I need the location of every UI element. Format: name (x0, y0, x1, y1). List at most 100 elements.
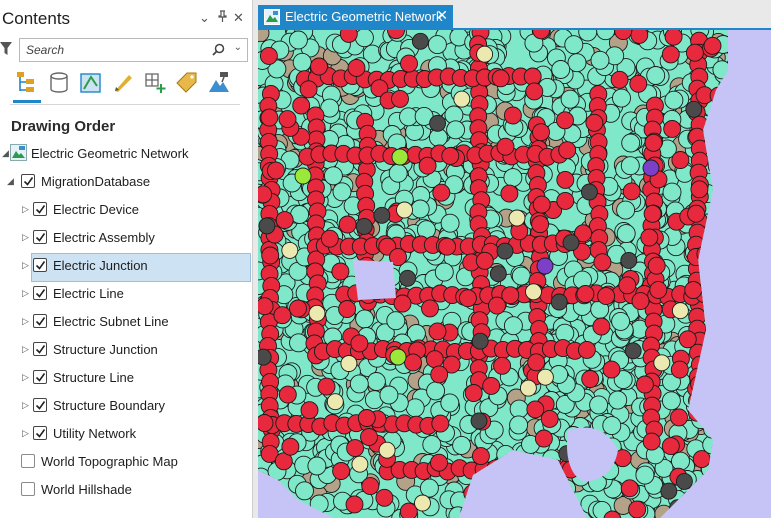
device-point (350, 334, 369, 353)
collapsed-arrow-icon[interactable]: ▷ (22, 232, 29, 243)
tree-item[interactable]: ▷ Electric Device (0, 198, 252, 222)
device-point (670, 408, 688, 427)
close-tab-icon[interactable]: ✕ (436, 7, 448, 24)
tree-item[interactable]: ▷ Electric Assembly (0, 226, 252, 250)
junction-point (694, 378, 714, 398)
visibility-checkbox[interactable] (33, 342, 47, 356)
tree-item-label: Structure Line (53, 370, 134, 385)
tree-item[interactable]: ▷ Structure Line (0, 366, 252, 390)
junction-point (386, 311, 406, 331)
tree-item[interactable]: World Hillshade (0, 478, 252, 502)
visibility-checkbox[interactable] (33, 258, 47, 272)
search-options-chevron-icon[interactable]: ⌄ (234, 42, 242, 53)
tree-item-label: Utility Network (53, 426, 137, 441)
list-by-drawing-order-icon[interactable] (14, 70, 42, 98)
tree-item[interactable]: ▷ Structure Boundary (0, 394, 252, 418)
expanded-arrow-icon[interactable]: ◢ (2, 148, 9, 159)
visibility-checkbox[interactable] (33, 230, 47, 244)
visibility-checkbox[interactable] (33, 202, 47, 216)
junction-point (307, 456, 327, 476)
collapsed-arrow-icon[interactable]: ▷ (22, 372, 29, 383)
junction-point (653, 354, 671, 372)
device-point (630, 30, 649, 44)
expanded-arrow-icon[interactable]: ◢ (7, 176, 14, 187)
device-point (317, 377, 336, 396)
device-point (266, 161, 285, 180)
device-point (585, 113, 604, 132)
collapsed-arrow-icon[interactable]: ▷ (22, 344, 29, 355)
close-pane-icon[interactable]: ✕ (233, 10, 244, 26)
device-point (339, 30, 358, 43)
junction-point (427, 35, 447, 55)
device-point (260, 108, 279, 127)
collapsed-arrow-icon[interactable]: ▷ (22, 204, 29, 215)
junction-point (729, 508, 747, 518)
device-point (526, 400, 545, 419)
collapsed-arrow-icon[interactable]: ▷ (22, 260, 29, 271)
device-point (497, 505, 516, 518)
tree-item[interactable]: World Topographic Map (0, 450, 252, 474)
tree-item[interactable]: ◢ Electric Geometric Network (0, 142, 252, 166)
junction-point (718, 434, 728, 454)
list-by-data-source-icon[interactable] (46, 70, 74, 98)
pin-icon[interactable] (217, 10, 228, 26)
junction-point (471, 503, 491, 518)
structure-point (580, 183, 598, 201)
collapsed-arrow-icon[interactable]: ▷ (22, 400, 29, 411)
device-point (400, 54, 418, 73)
structure-point (399, 269, 416, 287)
junction-point (693, 507, 713, 518)
collapsed-arrow-icon[interactable]: ▷ (22, 288, 29, 299)
list-by-labeling-icon[interactable] (174, 70, 202, 98)
junction-point (701, 366, 721, 386)
junction-point (453, 90, 471, 108)
collapsed-arrow-icon[interactable]: ▷ (22, 316, 29, 327)
device-point (501, 286, 520, 305)
map-view[interactable] (258, 28, 771, 518)
device-point (486, 459, 505, 478)
visibility-checkbox[interactable] (21, 454, 35, 468)
collapsed-arrow-icon[interactable]: ▷ (22, 428, 29, 439)
structure-point (710, 413, 728, 432)
search-input[interactable] (24, 41, 194, 59)
tree-item[interactable]: ◢ MigrationDatabase (0, 170, 252, 194)
list-by-perspective-imagery-icon[interactable] (206, 70, 234, 98)
junction-point (714, 233, 728, 253)
tree-item[interactable]: ▷ Electric Junction (0, 253, 252, 282)
device-point (261, 246, 280, 265)
device-point (259, 46, 278, 65)
device-point (331, 262, 350, 281)
list-by-snapping-icon[interactable] (142, 70, 170, 98)
search-icon[interactable] (212, 43, 225, 61)
device-point (532, 123, 550, 142)
visibility-checkbox[interactable] (33, 314, 47, 328)
tree-item[interactable]: ▷ Structure Junction (0, 338, 252, 362)
device-point (678, 330, 697, 349)
pane-options-chevron-icon[interactable]: ⌄ (199, 10, 210, 26)
visibility-checkbox[interactable] (21, 482, 35, 496)
tab-electric-geometric-network[interactable]: Electric Geometric Network ✕ (258, 5, 453, 28)
device-point (299, 80, 318, 99)
structure-point (258, 348, 272, 366)
device-point (493, 356, 512, 375)
junction-point (440, 213, 460, 233)
device-point (676, 503, 695, 518)
junction-point (525, 283, 542, 301)
tree-item[interactable]: ▷ Utility Network (0, 422, 252, 446)
junction-point (560, 89, 580, 109)
visibility-checkbox[interactable] (21, 174, 35, 188)
junction-point (712, 162, 728, 182)
tree-item[interactable]: ▷ Electric Line (0, 282, 252, 306)
device-point (687, 204, 706, 223)
tree-item[interactable]: ▷ Electric Subnet Line (0, 310, 252, 334)
visibility-checkbox[interactable] (33, 398, 47, 412)
list-by-editing-icon[interactable] (110, 70, 138, 98)
filter-icon[interactable] (0, 42, 12, 61)
visibility-checkbox[interactable] (33, 426, 47, 440)
visibility-checkbox[interactable] (33, 286, 47, 300)
visibility-checkbox[interactable] (33, 370, 47, 384)
structure-point (721, 507, 728, 518)
list-by-selection-icon[interactable] (78, 70, 106, 98)
search-box[interactable]: ⌄ (19, 38, 248, 62)
map-canvas[interactable] (258, 30, 771, 518)
